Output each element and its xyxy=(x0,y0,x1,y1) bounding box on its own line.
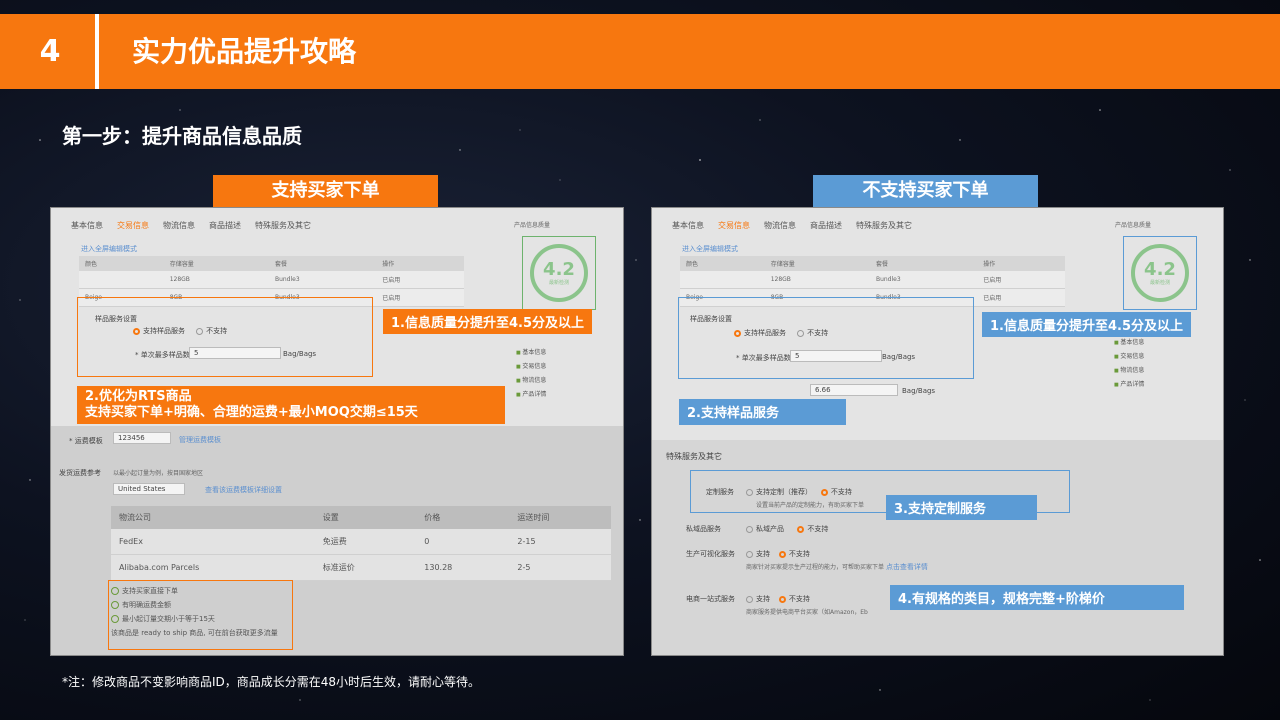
special-section-title: 特殊服务及其它 xyxy=(666,452,722,461)
radio-private-yes[interactable] xyxy=(746,525,753,533)
col-color: 颜色 xyxy=(79,256,164,271)
highlight-sample-area xyxy=(77,297,373,377)
tag-not-supports-buyer-order: 不支持买家下单 xyxy=(813,175,1038,207)
left-tabs: 基本信息 交易信息 物流信息 商品描述 特殊服务及其它 xyxy=(71,220,311,231)
tab-basic[interactable]: 基本信息 xyxy=(672,220,704,231)
visual-radio-group: 支持 不支持 xyxy=(746,549,810,559)
shipping-template-label: * 运费模板 xyxy=(69,437,103,445)
side-item[interactable]: 基本信息 xyxy=(1114,336,1144,350)
tab-special[interactable]: 特殊服务及其它 xyxy=(856,220,912,231)
side-item[interactable]: 基本信息 xyxy=(516,346,546,360)
radio-ecom-yes[interactable] xyxy=(746,595,753,603)
callout-sample-service: 2.支持样品服务 xyxy=(679,399,846,425)
score-ring: 4.2 最新检测 xyxy=(530,244,588,302)
country-template-link[interactable]: 查看该运费模板详细设置 xyxy=(205,485,282,495)
table-row: FedEx 免运费 0 2-15 xyxy=(111,529,611,555)
score-sub: 最新检测 xyxy=(548,279,569,286)
visual-service-label: 生产可视化服务 xyxy=(686,550,735,558)
price-input[interactable]: 6.66 xyxy=(810,384,898,396)
tag-supports-buyer-order: 支持买家下单 xyxy=(213,175,438,207)
tab-trade[interactable]: 交易信息 xyxy=(117,220,149,231)
shipping-ref-hint: 以最小起订量为例，按目国家地区 xyxy=(113,470,204,477)
shipping-ref-label: 发货运费参考 xyxy=(59,469,101,477)
ecom-hint: 商家服务提供电商平台买家（如Amazon，Eb xyxy=(746,609,868,616)
left-screenshot-panel: 基本信息 交易信息 物流信息 商品描述 特殊服务及其它 进入全屏编辑模式 颜色 … xyxy=(50,207,624,656)
slide-number: 4 xyxy=(39,34,61,69)
header-divider xyxy=(95,14,99,89)
shipping-template-select[interactable]: 123456 xyxy=(113,432,171,444)
side-item[interactable]: 交易信息 xyxy=(516,360,546,374)
callout-rts: 2.优化为RTS商品 支持买家下单+明确、合理的运费+最小MOQ交期≤15天 xyxy=(77,386,505,424)
unit-label: Bag/Bags xyxy=(902,387,936,395)
step-title: 第一步：提升商品信息品质 xyxy=(62,124,302,148)
callout-quality-score: 1.信息质量分提升至4.5分及以上 xyxy=(383,309,593,334)
score-value: 4.2 xyxy=(543,258,575,280)
private-radio-group: 私域产品 不支持 xyxy=(746,524,828,534)
radio-ecom-no[interactable] xyxy=(778,595,786,603)
side-item[interactable]: 交易信息 xyxy=(1114,350,1144,364)
visual-hint: 商家针对买家提示生产过程的能力，可帮助买家下单 点击查看详情 xyxy=(746,563,928,571)
col-bundle: 套餐 xyxy=(268,256,377,271)
score-ring: 4.2 最新检测 xyxy=(1131,244,1189,302)
callout-spec-price: 4.有规格的类目，规格完整+阶梯价 xyxy=(890,585,1184,610)
tab-basic[interactable]: 基本信息 xyxy=(71,220,103,231)
radio-visual-no[interactable] xyxy=(778,550,786,558)
tab-trade[interactable]: 交易信息 xyxy=(718,220,750,231)
callout-quality-score: 1.信息质量分提升至4.5分及以上 xyxy=(982,312,1192,337)
footnote: *注：修改商品不变影响商品ID，商品成长分需在48小时后生效，请耐心等待。 xyxy=(62,675,481,689)
radio-private-no[interactable] xyxy=(797,525,805,533)
score-value: 4.2 xyxy=(1144,258,1176,280)
tab-description[interactable]: 商品描述 xyxy=(810,220,842,231)
manage-template-link[interactable]: 管理运费模板 xyxy=(179,435,221,445)
side-item[interactable]: 物流信息 xyxy=(1114,364,1144,378)
highlight-check-area xyxy=(108,580,293,650)
table-row: Alibaba.com Parcels 标准运价 130.28 2-5 xyxy=(111,554,611,581)
side-item[interactable]: 产品详情 xyxy=(516,388,546,402)
col-action: 操作 xyxy=(376,256,464,271)
ecom-radio-group: 支持 不支持 xyxy=(746,594,810,604)
highlight-sample-area xyxy=(678,297,974,379)
side-item[interactable]: 物流信息 xyxy=(516,374,546,388)
side-nav-list: 基本信息 交易信息 物流信息 产品详情 xyxy=(1114,336,1144,392)
table-row: 128GB Bundle3 已启用 xyxy=(680,271,1065,289)
table-row: 128GB Bundle3 已启用 xyxy=(79,271,464,289)
score-sub: 最新检测 xyxy=(1149,279,1170,286)
col-storage: 存储容量 xyxy=(163,256,269,271)
ecom-service-label: 电商一站式服务 xyxy=(686,595,735,603)
side-item[interactable]: 产品详情 xyxy=(1114,378,1144,392)
tab-logistics[interactable]: 物流信息 xyxy=(764,220,796,231)
tab-logistics[interactable]: 物流信息 xyxy=(163,220,195,231)
score-box: 4.2 最新检测 xyxy=(522,236,596,310)
country-select[interactable]: United States xyxy=(113,483,185,495)
score-box: 4.2 最新检测 xyxy=(1123,236,1197,310)
tab-special[interactable]: 特殊服务及其它 xyxy=(255,220,311,231)
fullscreen-edit-link[interactable]: 进入全屏编辑模式 xyxy=(682,244,738,254)
shipping-table: 物流公司 设置 价格 运送时间 FedEx 免运费 0 2-15 Alibaba… xyxy=(111,506,611,581)
radio-visual-yes[interactable] xyxy=(746,550,753,558)
slide-title: 实力优品提升攻略 xyxy=(132,35,357,68)
side-nav-list: 基本信息 交易信息 物流信息 产品详情 xyxy=(516,346,546,402)
fullscreen-edit-link[interactable]: 进入全屏编辑模式 xyxy=(81,244,137,254)
score-label: 产品信息质量 xyxy=(1115,222,1152,229)
callout-custom-service: 3.支持定制服务 xyxy=(886,495,1037,520)
score-label: 产品信息质量 xyxy=(514,222,551,229)
visual-detail-link[interactable]: 点击查看详情 xyxy=(886,563,928,571)
tab-description[interactable]: 商品描述 xyxy=(209,220,241,231)
right-tabs: 基本信息 交易信息 物流信息 商品描述 特殊服务及其它 xyxy=(672,220,912,231)
private-service-label: 私域品服务 xyxy=(686,525,721,533)
